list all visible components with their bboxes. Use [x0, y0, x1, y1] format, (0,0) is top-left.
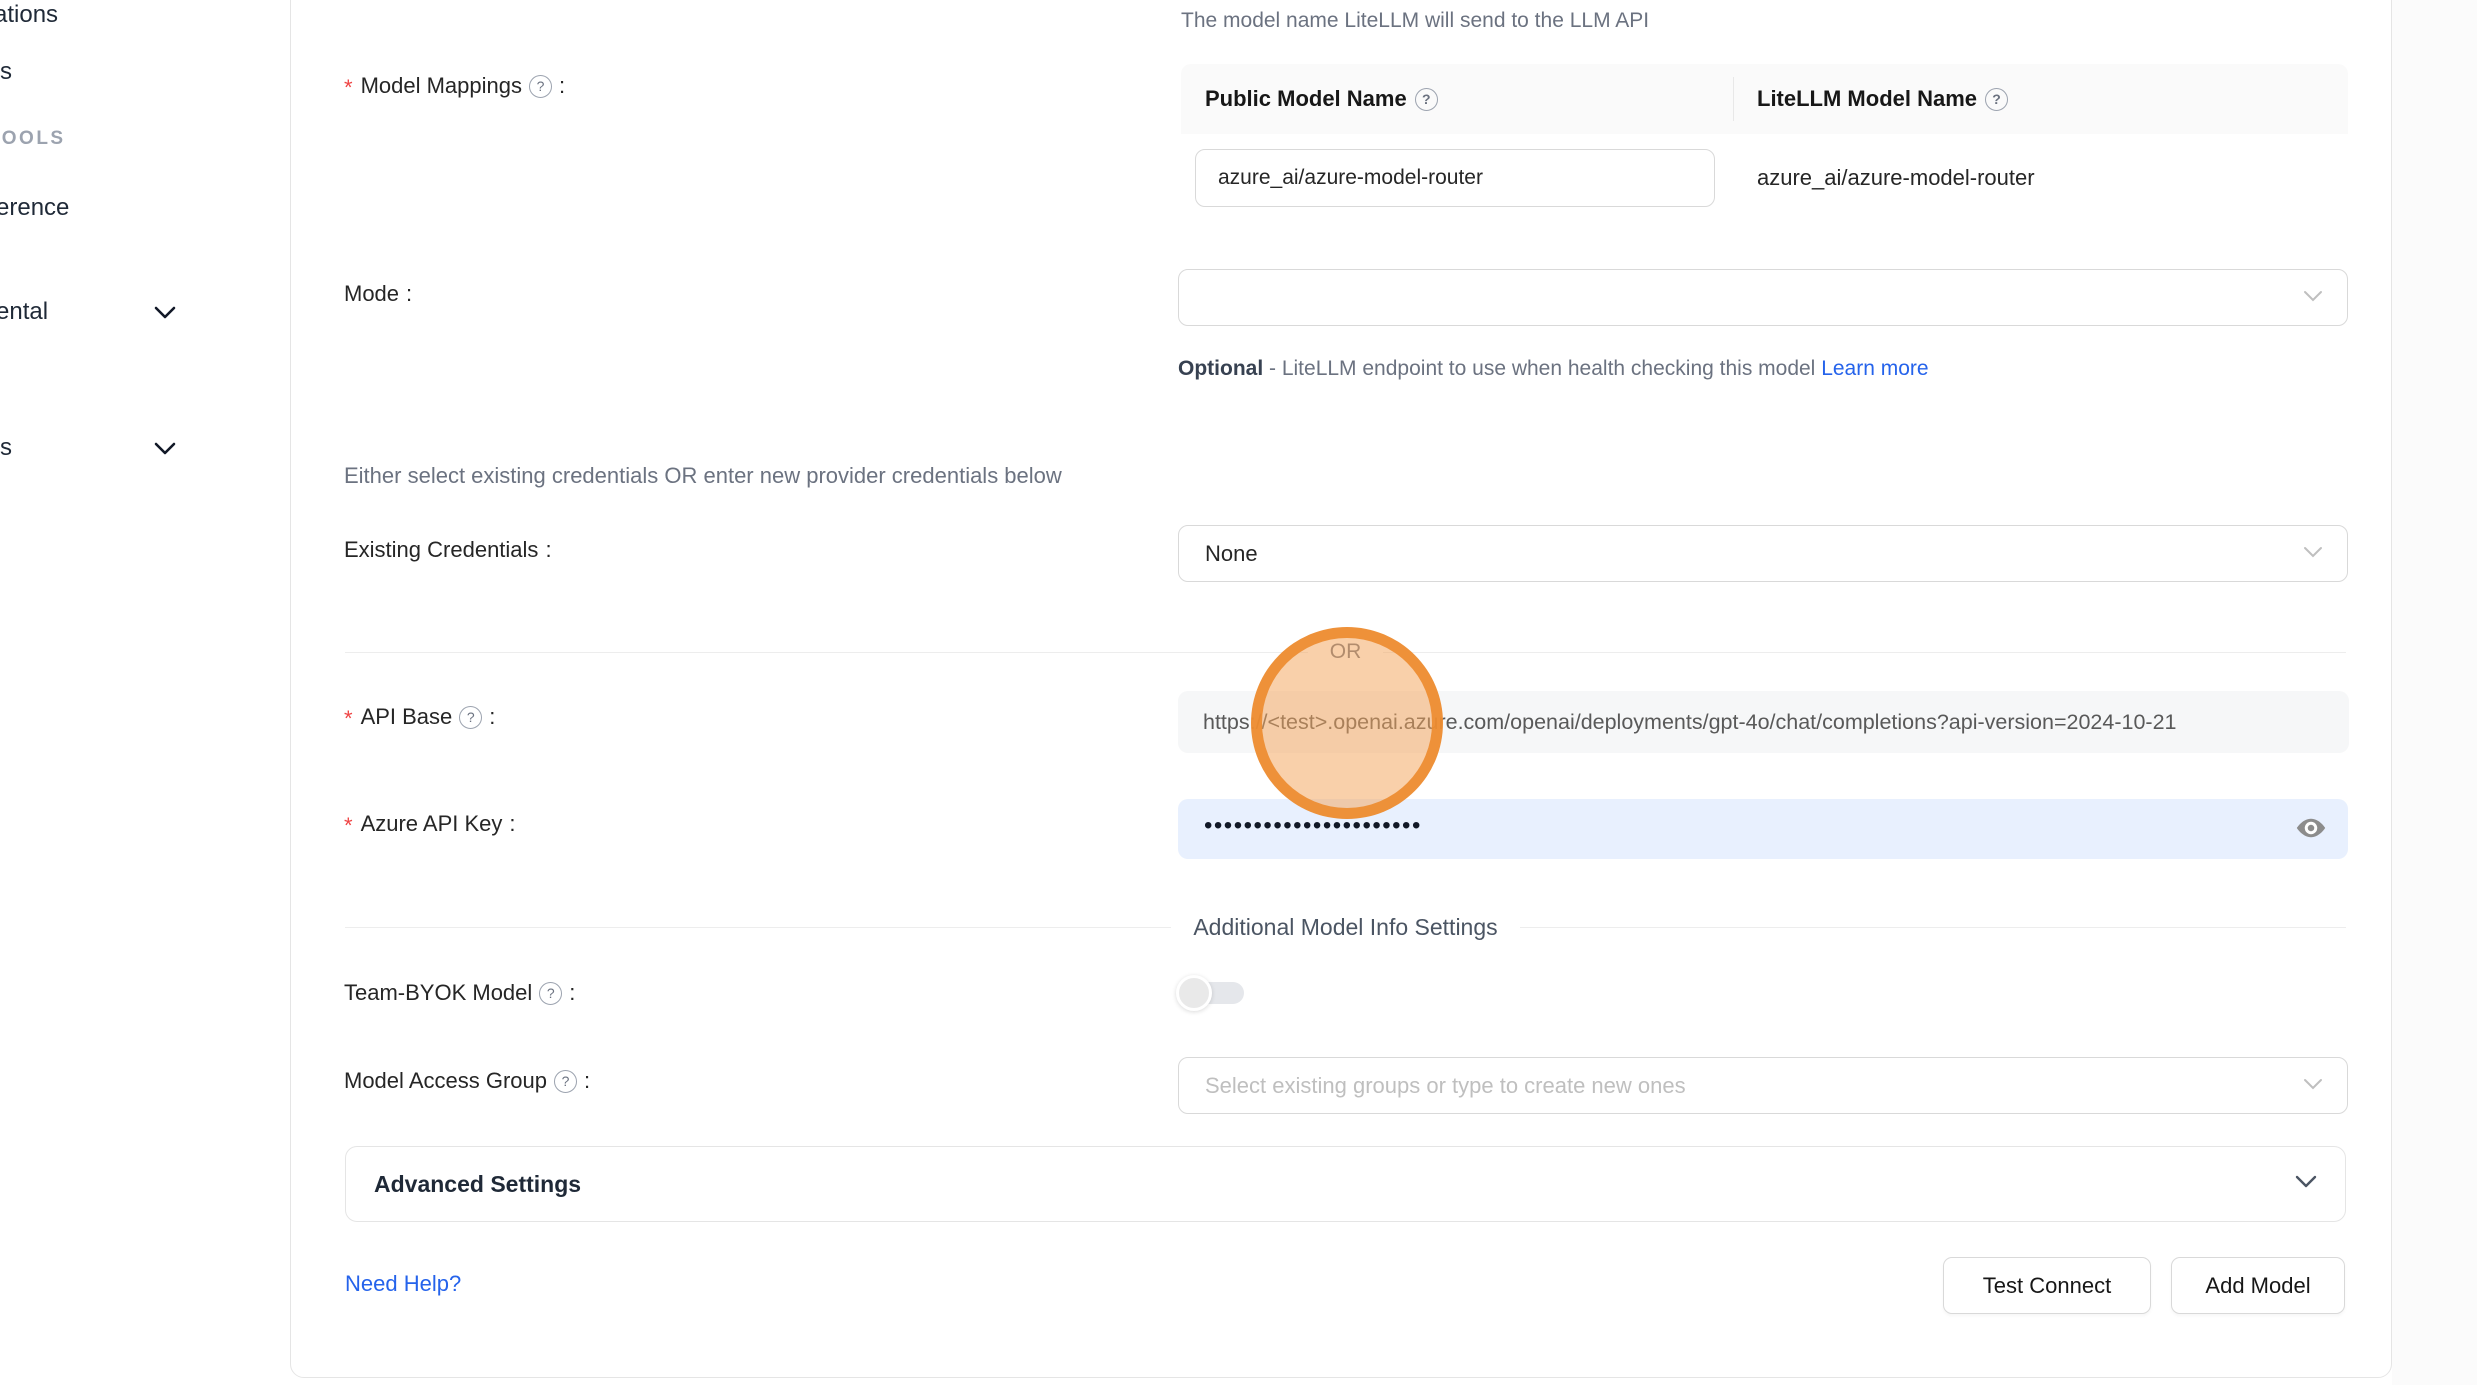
advanced-settings-panel[interactable]: Advanced Settings — [345, 1146, 2346, 1222]
model-access-group-select[interactable]: Select existing groups or type to create… — [1178, 1057, 2348, 1114]
sidebar: ations s TOOLS erence ental s — [0, 0, 290, 1385]
team-byok-label: Team-BYOK Model ? : — [344, 980, 575, 1006]
sidebar-item-s1[interactable]: s — [0, 58, 12, 86]
help-icon[interactable]: ? — [1985, 88, 2008, 111]
additional-info-divider: Additional Model Info Settings — [345, 914, 2346, 941]
sidebar-item-ental[interactable]: ental — [0, 298, 48, 326]
required-marker: * — [344, 813, 353, 839]
column-header-public-model-name: Public Model Name ? — [1181, 86, 1733, 112]
help-icon[interactable]: ? — [539, 982, 562, 1005]
help-icon[interactable]: ? — [459, 706, 482, 729]
required-marker: * — [344, 706, 353, 732]
or-divider: OR — [345, 640, 2346, 664]
help-icon[interactable]: ? — [1415, 88, 1438, 111]
chevron-down-icon[interactable] — [152, 435, 178, 461]
model-access-group-label: Model Access Group ? : — [344, 1068, 590, 1094]
chevron-down-icon — [2295, 1175, 2317, 1193]
model-access-group-placeholder: Select existing groups or type to create… — [1205, 1073, 1686, 1099]
column-header-litellm-model-name: LiteLLM Model Name ? — [1733, 86, 2348, 112]
chevron-down-icon — [2303, 1077, 2323, 1095]
advanced-settings-title: Advanced Settings — [374, 1171, 581, 1198]
sidebar-section-tools: TOOLS — [0, 128, 66, 150]
add-model-button[interactable]: Add Model — [2171, 1257, 2345, 1314]
or-divider-text: OR — [1308, 640, 1384, 664]
credentials-note: Either select existing credentials OR en… — [344, 463, 1062, 489]
learn-more-link[interactable]: Learn more — [1821, 357, 1928, 380]
add-model-form-panel: The model name LiteLLM will send to the … — [290, 0, 2392, 1378]
test-connect-button[interactable]: Test Connect — [1943, 1257, 2151, 1314]
model-mappings-table: Public Model Name ? LiteLLM Model Name ?… — [1181, 64, 2348, 229]
existing-credentials-select[interactable]: None — [1178, 525, 2348, 582]
toggle-knob — [1176, 975, 1212, 1011]
chevron-down-icon — [2303, 289, 2323, 307]
help-icon[interactable]: ? — [529, 75, 552, 98]
add-model-page: ations s TOOLS erence ental s The model … — [0, 0, 2477, 1385]
public-model-name-input[interactable] — [1195, 149, 1715, 207]
page-background-gap — [2392, 0, 2477, 1385]
model-mappings-label: * Model Mappings ? : — [344, 73, 565, 99]
toggle-password-visibility-button[interactable] — [2292, 810, 2330, 848]
team-byok-toggle[interactable] — [1180, 981, 1244, 1005]
azure-api-key-label: * Azure API Key : — [344, 811, 516, 837]
additional-info-divider-text: Additional Model Info Settings — [1171, 914, 1519, 941]
model-mappings-table-header: Public Model Name ? LiteLLM Model Name ? — [1181, 64, 2348, 134]
masked-password-dots: •••••••••••••••••••••• — [1204, 812, 1422, 840]
existing-credentials-label: Existing Credentials : — [344, 537, 552, 563]
api-base-input[interactable]: https://<test>.openai.azure.com/openai/d… — [1178, 691, 2349, 753]
mode-label: Mode : — [344, 281, 412, 307]
sidebar-item-erence[interactable]: erence — [0, 194, 69, 222]
sidebar-item-s2[interactable]: s — [0, 434, 12, 462]
api-base-label: * API Base ? : — [344, 704, 495, 730]
table-row: azure_ai/azure-model-router — [1181, 134, 2348, 229]
chevron-down-icon[interactable] — [152, 299, 178, 325]
existing-credentials-value: None — [1205, 541, 1258, 567]
mode-select[interactable] — [1178, 269, 2348, 326]
sidebar-item-ations[interactable]: ations — [0, 1, 58, 29]
column-divider — [1733, 77, 1734, 121]
required-marker: * — [344, 75, 353, 101]
eye-icon — [2294, 811, 2328, 848]
azure-api-key-input[interactable]: •••••••••••••••••••••• — [1178, 799, 2348, 859]
chevron-down-icon — [2303, 545, 2323, 563]
mode-helper-text: Optional - LiteLLM endpoint to use when … — [1178, 349, 1988, 389]
model-name-helper-text: The model name LiteLLM will send to the … — [1181, 9, 1649, 33]
litellm-model-name-value: azure_ai/azure-model-router — [1757, 165, 2035, 191]
help-icon[interactable]: ? — [554, 1070, 577, 1093]
need-help-link[interactable]: Need Help? — [345, 1271, 461, 1297]
